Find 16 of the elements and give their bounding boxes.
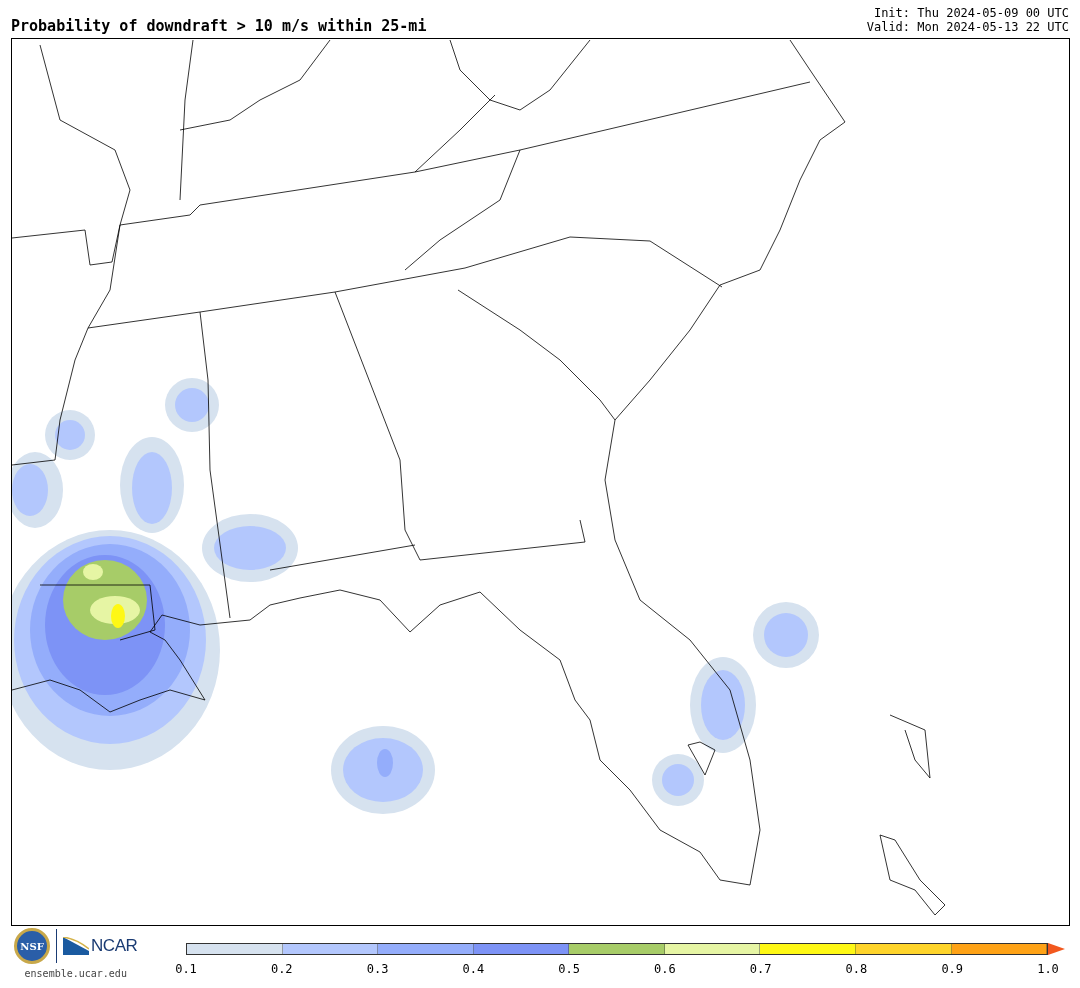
tick-label: 0.8: [845, 962, 868, 976]
tick-label: 0.3: [366, 962, 389, 976]
ncar-logo: NCAR: [63, 933, 138, 959]
site-url: ensemble.ucar.edu: [24, 967, 127, 981]
tick-label: 0.4: [462, 962, 485, 976]
tick-label: 0.9: [941, 962, 964, 976]
tick-label: 1.0: [1037, 962, 1059, 976]
tick-label: 0.2: [270, 962, 293, 976]
init-time: Init: Thu 2024-05-09 00 UTC: [873, 6, 1069, 20]
nsf-logo: NSF: [14, 928, 50, 964]
valid-time: Valid: Mon 2024-05-13 22 UTC: [866, 20, 1069, 34]
tick-label: 0.7: [749, 962, 772, 976]
map-title: Probability of downdraft > 10 m/s within 25-mi: [11, 19, 427, 34]
tick-label: 0.6: [654, 962, 676, 976]
tick-label: 0.1: [175, 962, 197, 976]
tick-label: 0.5: [558, 962, 580, 976]
